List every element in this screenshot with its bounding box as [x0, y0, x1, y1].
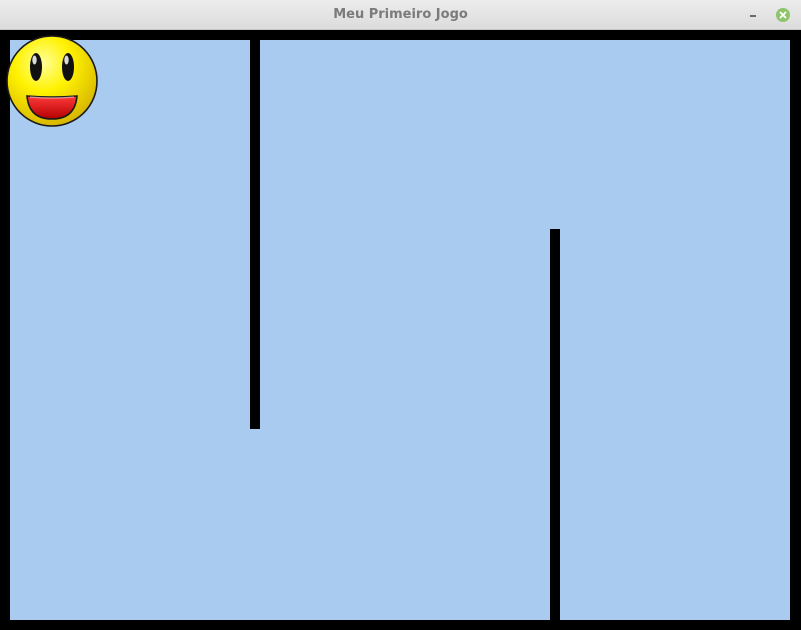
smiley-face-icon [6, 35, 98, 127]
game-window: Meu Primeiro Jogo [0, 0, 801, 630]
bottom-status-strip [0, 621, 801, 630]
minimize-button[interactable] [744, 6, 762, 24]
title-bar[interactable]: Meu Primeiro Jogo [0, 0, 801, 30]
upper-wall [250, 40, 260, 429]
game-canvas[interactable] [0, 30, 801, 630]
lower-wall [550, 229, 560, 620]
close-button[interactable] [776, 8, 790, 22]
window-title: Meu Primeiro Jogo [333, 7, 468, 22]
playfield [10, 40, 790, 620]
close-icon [779, 11, 787, 19]
